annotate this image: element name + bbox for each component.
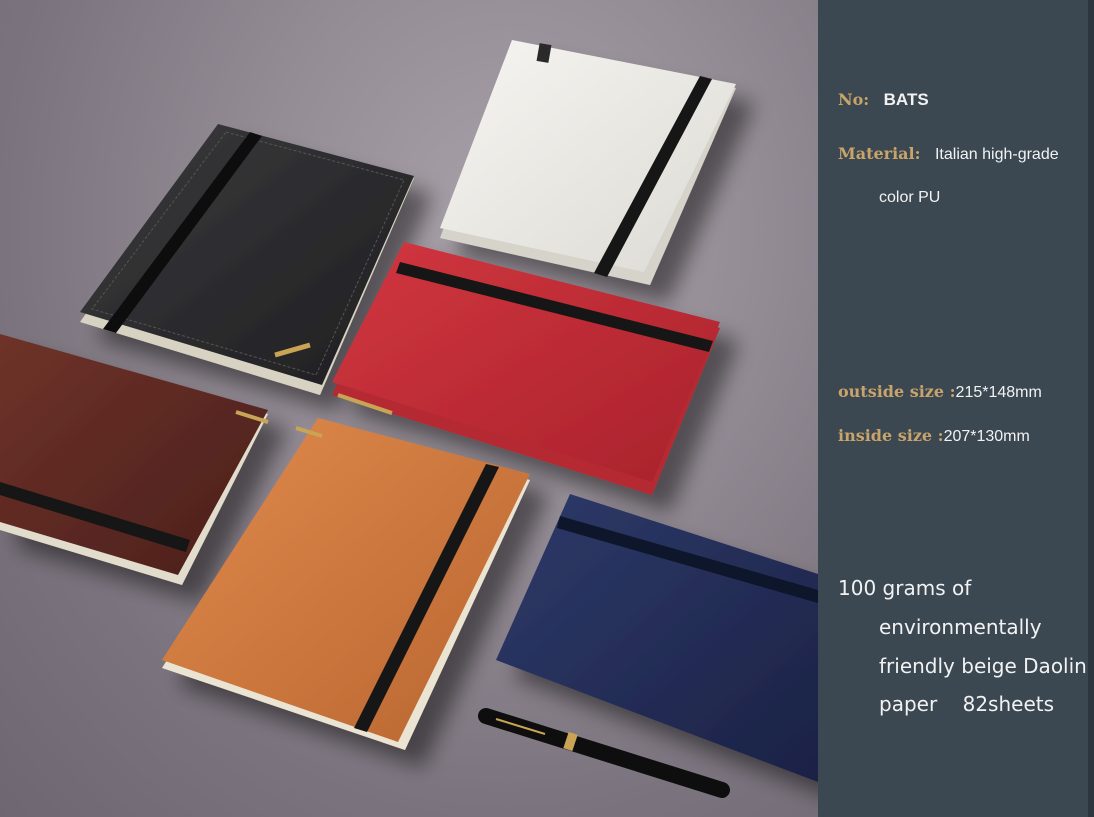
panel-edge bbox=[1088, 0, 1094, 817]
paper-line-3: friendly beige Daolin bbox=[879, 654, 1087, 678]
material-label: Material: bbox=[838, 144, 921, 163]
paper-line-4: paper 82sheets bbox=[879, 692, 1055, 716]
paper-line-1: 100 grams of bbox=[838, 576, 972, 600]
no-value: BATS bbox=[883, 90, 929, 109]
material-value: Italian high-grade bbox=[934, 146, 1059, 163]
inside-size-label: inside size : bbox=[838, 426, 944, 445]
material-value-continued: color PU bbox=[879, 189, 941, 206]
spec-no: No: BATS bbox=[838, 90, 929, 110]
no-label: No: bbox=[838, 90, 870, 109]
spec-outside-size: outside size :215*148mm bbox=[838, 382, 1042, 402]
outside-size-label: outside size : bbox=[838, 382, 956, 401]
notebook-brown bbox=[0, 334, 269, 585]
notebooks-illustration bbox=[0, 40, 818, 798]
paper-line-2: environmentally bbox=[879, 615, 1042, 639]
notebook-white bbox=[440, 40, 736, 285]
spec-panel: No: BATS Material: Italian high-grade co… bbox=[818, 0, 1094, 817]
outside-size-value: 215*148mm bbox=[955, 384, 1042, 401]
spec-material: Material: Italian high-grade bbox=[838, 144, 1059, 164]
spec-inside-size: inside size :207*130mm bbox=[838, 426, 1030, 446]
inside-size-value: 207*130mm bbox=[943, 428, 1030, 445]
product-photo bbox=[0, 0, 818, 817]
